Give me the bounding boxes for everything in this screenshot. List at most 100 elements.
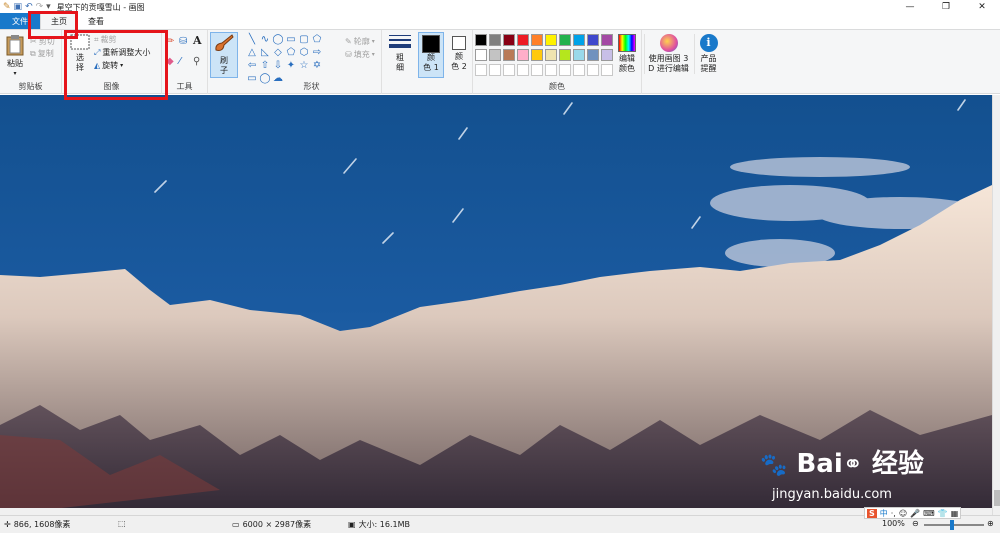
- left-arrow-shape-icon[interactable]: ⇦: [246, 60, 258, 72]
- palette-swatch[interactable]: [587, 34, 599, 46]
- cloud-shape-icon[interactable]: ☁: [272, 73, 284, 85]
- edit-colors-label-2: 颜色: [619, 64, 635, 73]
- paste-button[interactable]: 粘贴 ▾: [4, 34, 26, 79]
- outline-button[interactable]: ✎ 轮廓 ▾: [345, 36, 375, 47]
- palette-swatch[interactable]: [503, 34, 515, 46]
- fill-label: 填充: [353, 50, 370, 59]
- ime-mode[interactable]: 中: [880, 508, 888, 519]
- palette-swatch[interactable]: [559, 34, 571, 46]
- palette-swatch-empty[interactable]: [559, 64, 571, 76]
- palette-swatch-empty[interactable]: [601, 64, 613, 76]
- hexagon-shape-icon[interactable]: ⬡: [298, 47, 310, 59]
- palette-swatch-empty[interactable]: [503, 64, 515, 76]
- palette-swatch[interactable]: [601, 49, 613, 61]
- zoom-slider-thumb[interactable]: [950, 520, 954, 530]
- palette-swatch[interactable]: [573, 34, 585, 46]
- product-alert-button[interactable]: i 产品 提醒: [694, 34, 722, 74]
- diamond-shape-icon[interactable]: ◇: [272, 47, 284, 59]
- plus-icon: ⊕: [987, 519, 994, 528]
- down-arrow-shape-icon[interactable]: ⇩: [272, 60, 284, 72]
- ime-mic-icon[interactable]: 🎤: [910, 509, 920, 518]
- palette-swatch[interactable]: [503, 49, 515, 61]
- close-button[interactable]: ✕: [964, 0, 1000, 14]
- palette-swatch[interactable]: [489, 49, 501, 61]
- paint3d-button[interactable]: 使用画图 3 D 进行编辑: [644, 34, 692, 74]
- palette-swatch[interactable]: [531, 49, 543, 61]
- palette-swatch[interactable]: [531, 34, 543, 46]
- rectangle-shape-icon[interactable]: ▭: [285, 34, 297, 46]
- polygon-shape-icon[interactable]: ⬠: [311, 34, 323, 46]
- zoom-out-button[interactable]: ⊖: [912, 519, 919, 528]
- up-arrow-shape-icon[interactable]: ⇧: [259, 60, 271, 72]
- product-alert-label-1: 产品: [700, 54, 717, 63]
- line-shape-icon[interactable]: ╲: [246, 34, 258, 46]
- callout-rect-shape-icon[interactable]: ▭: [246, 73, 258, 85]
- ime-emoji-icon[interactable]: ☺: [899, 509, 907, 518]
- disk-icon: ▣: [348, 520, 356, 529]
- palette-swatch[interactable]: [517, 34, 529, 46]
- vertical-scroll-thumb[interactable]: [994, 490, 1000, 506]
- ime-skin-icon[interactable]: 👕: [938, 509, 948, 518]
- minimize-button[interactable]: —: [892, 0, 928, 14]
- zoom-slider[interactable]: [924, 520, 984, 530]
- palette-swatch[interactable]: [517, 49, 529, 61]
- palette-swatch-empty[interactable]: [475, 64, 487, 76]
- right-arrow-shape-icon[interactable]: ⇨: [311, 47, 323, 59]
- ime-punct-icon[interactable]: ·,: [891, 509, 896, 518]
- palette-swatch[interactable]: [573, 49, 585, 61]
- oval-shape-icon[interactable]: ◯: [272, 34, 284, 46]
- brush-icon: [213, 33, 235, 56]
- ime-keyboard-icon[interactable]: ⌨: [923, 509, 935, 518]
- copy-button[interactable]: ⧉ 复制: [30, 48, 54, 59]
- status-bar: ✛ 866, 1608像素 ⬚ ▭ 6000 × 2987像素 ▣ 大小: 16…: [0, 507, 1000, 533]
- palette-swatch-empty[interactable]: [545, 64, 557, 76]
- pentagon-shape-icon[interactable]: ⬠: [285, 47, 297, 59]
- callout-oval-shape-icon[interactable]: ◯: [259, 73, 271, 85]
- maximize-button[interactable]: ❐: [928, 0, 964, 14]
- palette-swatch[interactable]: [545, 34, 557, 46]
- color2-button[interactable]: 颜 色 2: [446, 32, 472, 72]
- vertical-scrollbar[interactable]: [992, 95, 1000, 515]
- horizontal-scrollbar[interactable]: [0, 508, 992, 515]
- fill-bucket-icon[interactable]: ⛁: [179, 36, 187, 47]
- palette-swatch[interactable]: [601, 34, 613, 46]
- right-triangle-shape-icon[interactable]: ◺: [259, 47, 271, 59]
- line-width-icon: [389, 34, 411, 53]
- rounded-rect-shape-icon[interactable]: ▢: [298, 34, 310, 46]
- brushes-button[interactable]: 刷 子: [210, 32, 238, 78]
- color2-label-2: 色 2: [451, 62, 467, 71]
- save-icon[interactable]: ▣: [14, 2, 23, 12]
- palette-swatch[interactable]: [475, 34, 487, 46]
- palette-swatch[interactable]: [587, 49, 599, 61]
- four-star-shape-icon[interactable]: ✦: [285, 60, 297, 72]
- color2-label-1: 颜: [455, 52, 463, 61]
- curve-shape-icon[interactable]: ∿: [259, 34, 271, 46]
- magnifier-icon[interactable]: ⚲: [193, 56, 200, 67]
- palette-swatch-empty[interactable]: [587, 64, 599, 76]
- palette-swatch[interactable]: [545, 49, 557, 61]
- palette-swatch[interactable]: [559, 49, 571, 61]
- palette-swatch-empty[interactable]: [489, 64, 501, 76]
- color-picker-icon[interactable]: ⁄: [179, 56, 181, 67]
- size-button[interactable]: 粗 细: [388, 34, 412, 73]
- palette-swatch-empty[interactable]: [531, 64, 543, 76]
- fill-button[interactable]: ⛁ 填充 ▾: [345, 49, 375, 60]
- palette-swatch-empty[interactable]: [573, 64, 585, 76]
- ime-menu-icon[interactable]: ▦: [951, 509, 959, 518]
- tab-view[interactable]: 查看: [78, 13, 114, 29]
- text-icon[interactable]: A: [193, 34, 202, 47]
- zoom-in-button[interactable]: ⊕: [987, 519, 994, 528]
- ime-toolbar[interactable]: S 中 ·, ☺ 🎤 ⌨ 👕 ▦: [864, 507, 962, 519]
- color1-button[interactable]: 颜 色 1: [418, 32, 444, 78]
- drawing-canvas[interactable]: 🐾 Bai⚭ 经验 jingyan.baidu.com: [0, 95, 992, 515]
- five-star-shape-icon[interactable]: ☆: [298, 60, 310, 72]
- palette-swatch[interactable]: [489, 34, 501, 46]
- color-spectrum-icon: [618, 34, 636, 52]
- triangle-shape-icon[interactable]: △: [246, 47, 258, 59]
- product-alert-label-2: 提醒: [700, 64, 717, 73]
- palette-swatch[interactable]: [475, 49, 487, 61]
- edit-colors-button[interactable]: 编辑 颜色: [614, 34, 640, 74]
- palette-swatch-empty[interactable]: [517, 64, 529, 76]
- six-star-shape-icon[interactable]: ✡: [311, 60, 323, 72]
- fill-icon: ⛁: [345, 50, 352, 59]
